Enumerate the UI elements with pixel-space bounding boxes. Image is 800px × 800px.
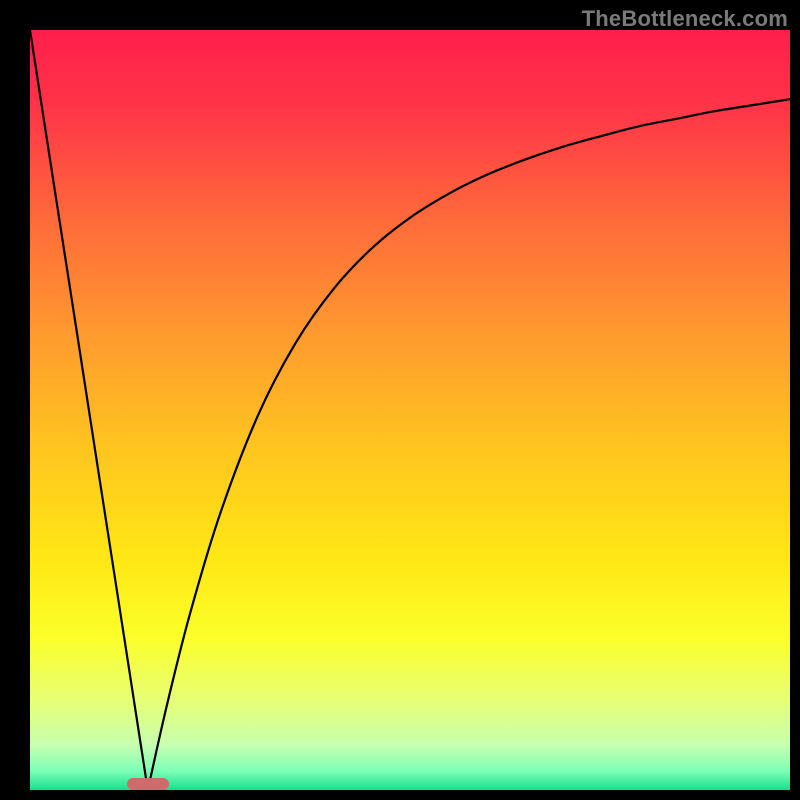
optimal-range-marker bbox=[127, 778, 169, 790]
bottleneck-curve bbox=[30, 30, 790, 790]
watermark-text: TheBottleneck.com bbox=[582, 6, 788, 32]
chart-frame: TheBottleneck.com bbox=[0, 0, 800, 800]
plot-area bbox=[30, 30, 790, 790]
